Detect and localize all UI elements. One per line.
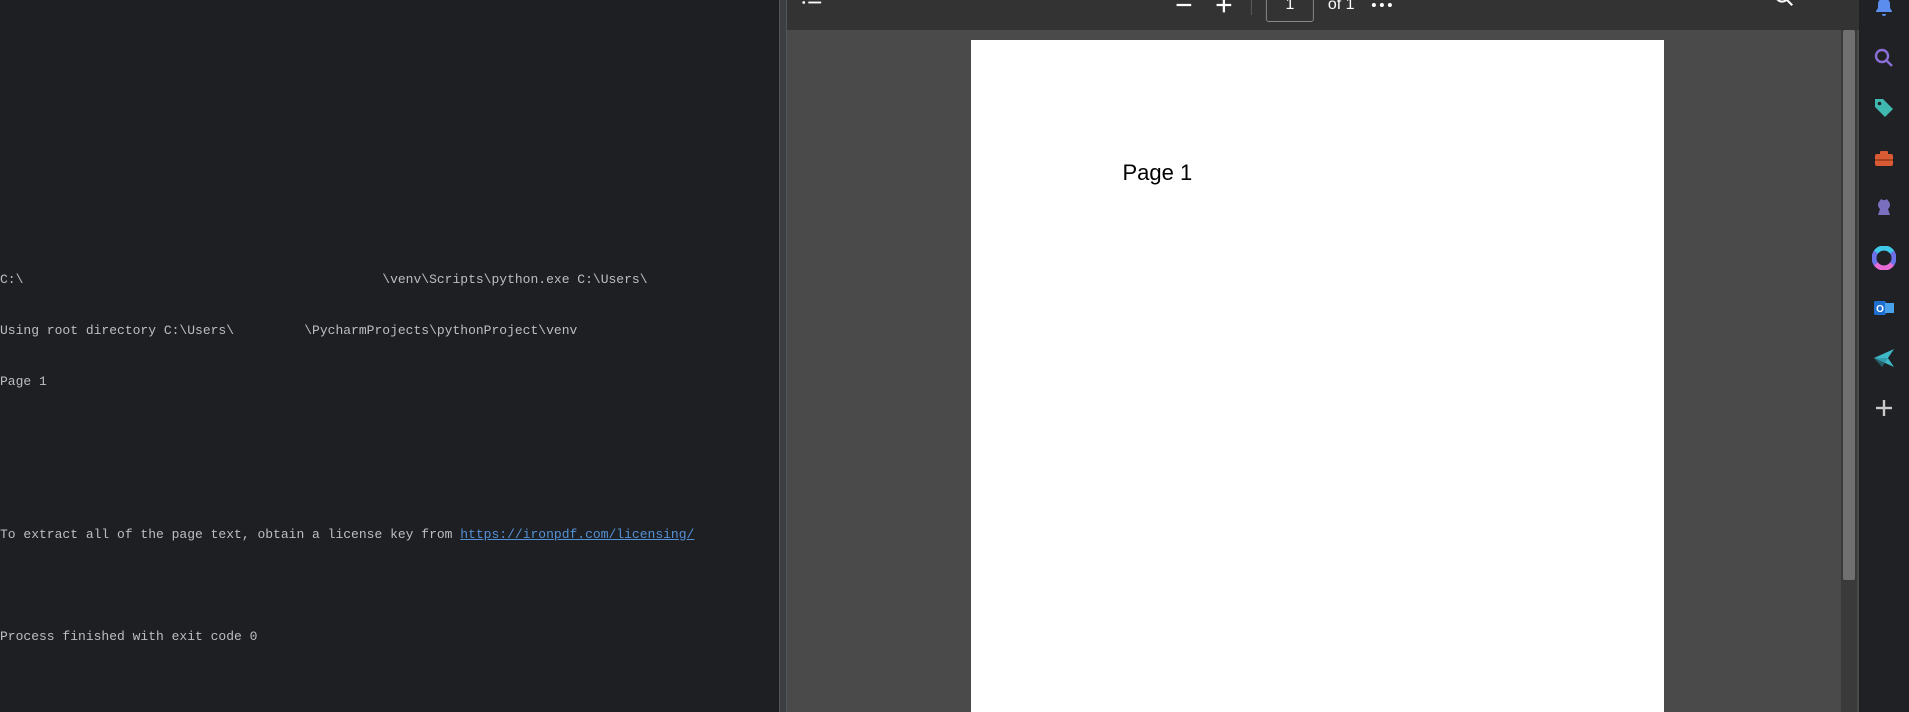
terminal-license-text: To extract all of the page text, obtain … [0,527,460,542]
zoom-out-icon[interactable] [1171,0,1197,18]
pdf-toolbar-center: of 1 [1171,0,1395,22]
magnify-icon[interactable] [1870,44,1898,72]
send-icon[interactable] [1870,344,1898,372]
terminal-blank [0,577,779,594]
pdf-toolbar: of 1 [787,0,1859,30]
search-icon[interactable] [1771,0,1797,10]
svg-text:O: O [1876,304,1884,315]
terminal-panel: C:\ \venv\Scripts\python.exe C:\Users\ \… [0,0,779,712]
pdf-body: Page 1 [787,30,1859,712]
panel-divider[interactable] [779,0,787,712]
tag-icon[interactable] [1870,94,1898,122]
page-number-input[interactable] [1266,0,1314,22]
chess-icon[interactable] [1870,194,1898,222]
side-toolbar: O [1859,0,1909,712]
toolbox-icon[interactable] [1870,144,1898,172]
zoom-in-icon[interactable] [1211,0,1237,18]
terminal-line: Using root directory C:\Users\ \PycharmP… [0,322,779,339]
pdf-toolbar-right [1771,0,1849,10]
more-options-icon[interactable] [843,0,869,10]
office-icon[interactable] [1870,244,1898,272]
terminal-blank [0,424,779,441]
toolbar-separator [1251,0,1252,15]
terminal-exit-line: Process finished with exit code 0 [0,628,779,645]
pdf-scrollbar-thumb[interactable] [1843,30,1855,580]
page-count-label: of 1 [1328,0,1355,14]
pdf-viewer-panel: of 1 Page 1 [787,0,1859,712]
terminal-output: C:\ \venv\Scripts\python.exe C:\Users\ \… [0,237,779,679]
terminal-blank [0,475,779,492]
pdf-page: Page 1 [971,40,1664,712]
add-icon[interactable] [1870,394,1898,422]
page-more-icon[interactable] [1369,0,1395,18]
bell-icon[interactable] [1870,0,1898,22]
terminal-license-line: To extract all of the page text, obtain … [0,526,779,543]
pdf-toolbar-left [797,0,869,10]
terminal-line: Page 1 [0,373,779,390]
table-of-contents-icon[interactable] [799,0,825,10]
pdf-scrollbar[interactable] [1841,30,1857,712]
settings-more-icon[interactable] [1815,0,1841,10]
terminal-line: C:\ \venv\Scripts\python.exe C:\Users\ \… [0,271,779,288]
outlook-icon[interactable]: O [1870,294,1898,322]
pdf-page-text: Page 1 [1123,160,1512,186]
terminal-license-link[interactable]: https://ironpdf.com/licensing/ [460,527,694,542]
